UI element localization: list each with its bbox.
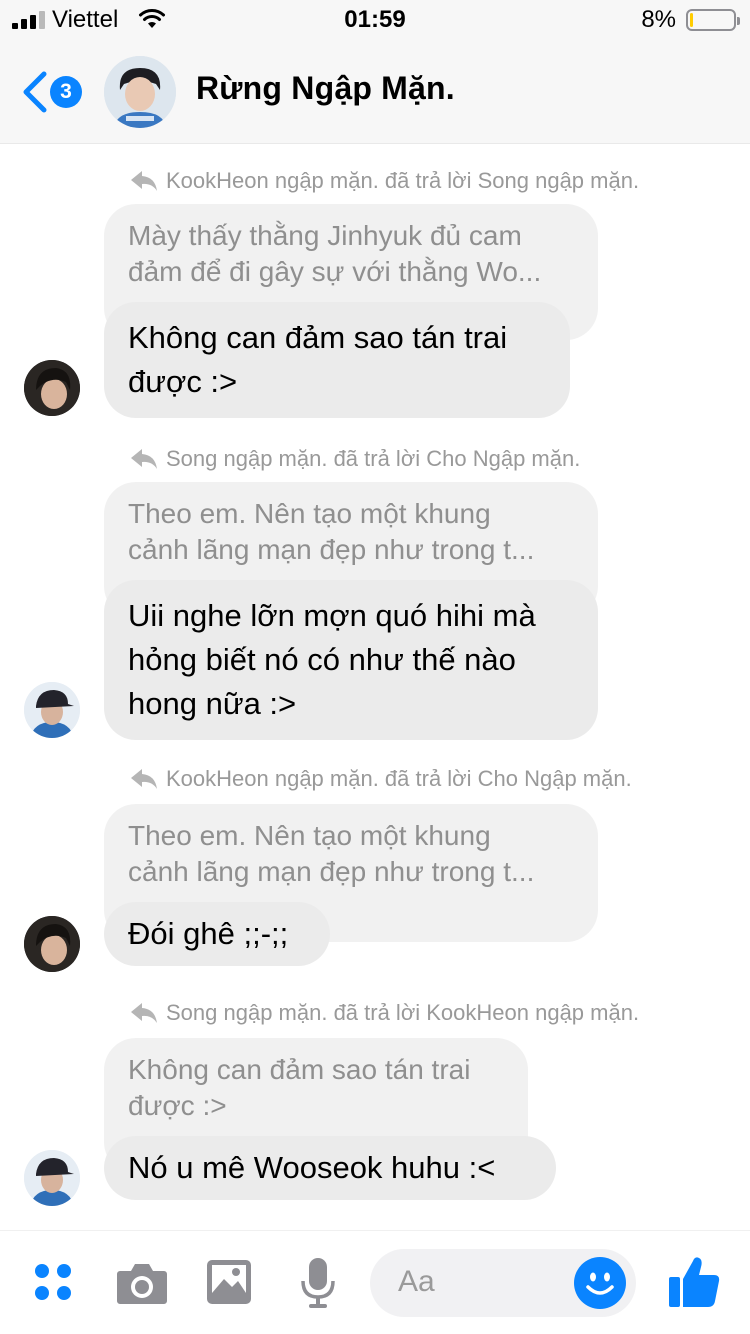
chevron-left-icon <box>23 71 47 113</box>
quoted-line: Mày thấy thằng Jinhyuk đủ cam <box>128 220 522 251</box>
photo-button[interactable] <box>206 1259 252 1310</box>
clock: 01:59 <box>344 6 406 33</box>
quoted-line: đảm để đi gây sự với thằng Wo... <box>128 256 542 287</box>
camera-icon <box>117 1264 167 1304</box>
reply-label: Song ngập mặn. đã trả lời Cho Ngập mặn. <box>130 446 580 472</box>
dark-hair-avatar-icon <box>24 360 80 416</box>
reply-label-text: Song ngập mặn. đã trả lời Cho Ngập mặn. <box>166 446 581 471</box>
quoted-line: Theo em. Nên tạo một khung <box>128 820 491 851</box>
thumbs-up-icon <box>669 1257 720 1307</box>
quoted-line: Không can đảm sao tán trai <box>128 1054 471 1085</box>
reply-arrow-icon <box>131 769 157 789</box>
status-bar: Viettel 01:59 8% <box>0 0 750 40</box>
photo-icon <box>207 1260 251 1304</box>
sender-avatar[interactable] <box>24 1150 80 1206</box>
conversation-title[interactable]: Rừng Ngập Mặn. <box>196 70 455 107</box>
battery-level <box>690 13 693 27</box>
quoted-line: cảnh lãng mạn đẹp như trong t... <box>128 534 535 565</box>
back-button[interactable]: 3 <box>16 68 88 116</box>
emoji-icon <box>575 1258 625 1308</box>
quoted-line: cảnh lãng mạn đẹp như trong t... <box>128 856 535 887</box>
group-avatar[interactable] <box>104 56 176 128</box>
like-button[interactable] <box>666 1253 722 1314</box>
reply-label-text: KookHeon ngập mặn. đã trả lời Song ngập … <box>166 168 640 193</box>
conversation-header: 3 Rừng Ngập Mặn. <box>0 40 750 144</box>
battery-percent: 8% <box>641 6 676 33</box>
message-line: Nó u mê Wooseok huhu :< <box>128 1150 496 1185</box>
reply-arrow-icon <box>131 171 157 191</box>
reply-label: KookHeon ngập mặn. đã trả lời Song ngập … <box>130 168 639 194</box>
cap-avatar-icon <box>24 682 80 738</box>
person-photo-icon <box>104 56 176 128</box>
quoted-line: được :> <box>128 1090 227 1121</box>
microphone-icon <box>301 1258 335 1308</box>
sender-avatar[interactable] <box>24 360 80 416</box>
message-line: Không can đảm sao tán trai <box>128 320 508 355</box>
sender-avatar[interactable] <box>24 682 80 738</box>
emoji-button[interactable] <box>574 1257 626 1309</box>
quoted-line: Theo em. Nên tạo một khung <box>128 498 491 529</box>
reply-label-text: Song ngập mặn. đã trả lời KookHeon ngập … <box>166 1000 640 1025</box>
microphone-button[interactable] <box>300 1257 336 1314</box>
message-line: Uii nghe lỡn mợn quó hihi mà <box>128 598 536 633</box>
unread-count-badge: 3 <box>50 76 82 108</box>
message-line: hong nữa :> <box>128 686 297 721</box>
reply-arrow-icon <box>131 1003 157 1023</box>
apps-button[interactable] <box>32 1261 76 1310</box>
message-bubble[interactable]: Uii nghe lỡn mợn quó hihi mà hỏng biết n… <box>104 580 598 740</box>
reply-arrow-icon <box>131 449 157 469</box>
message-line: hỏng biết nó có như thế nào <box>128 642 516 677</box>
reply-label: KookHeon ngập mặn. đã trả lời Cho Ngập m… <box>130 766 632 792</box>
dark-hair-avatar-icon <box>24 916 80 972</box>
battery-icon <box>686 9 740 31</box>
cap-avatar-icon <box>24 1150 80 1206</box>
message-input-placeholder: Aa <box>398 1265 435 1298</box>
message-line: được :> <box>128 364 238 399</box>
message-list[interactable]: KookHeon ngập mặn. đã trả lời Song ngập … <box>0 144 750 1230</box>
message-line: Đói ghê ;;-;; <box>128 916 289 951</box>
message-composer: Aa <box>0 1230 750 1334</box>
message-bubble[interactable]: Không can đảm sao tán trai được :> <box>104 302 570 418</box>
reply-label-text: KookHeon ngập mặn. đã trả lời Cho Ngập m… <box>166 766 632 791</box>
message-bubble[interactable]: Đói ghê ;;-;; <box>104 902 330 966</box>
camera-button[interactable] <box>116 1259 168 1310</box>
message-input[interactable]: Aa <box>370 1249 636 1317</box>
reply-label: Song ngập mặn. đã trả lời KookHeon ngập … <box>130 1000 639 1026</box>
sender-avatar[interactable] <box>24 916 80 972</box>
message-bubble[interactable]: Nó u mê Wooseok huhu :< <box>104 1136 556 1200</box>
apps-icon <box>35 1264 71 1300</box>
